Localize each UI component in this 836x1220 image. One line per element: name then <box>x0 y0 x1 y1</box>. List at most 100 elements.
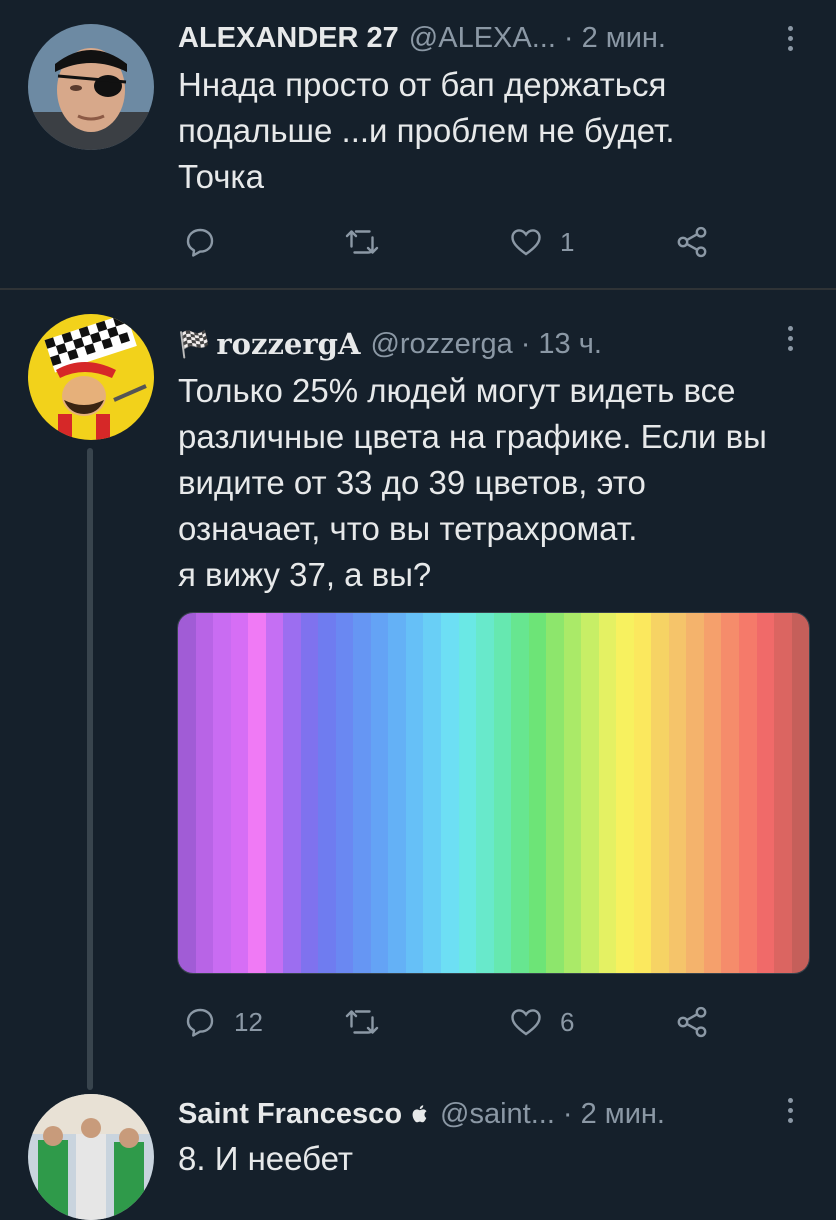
like-count: 1 <box>560 226 575 257</box>
retweet-icon <box>345 230 379 254</box>
tweet-line: Точка <box>178 158 264 195</box>
tweet-line: Ннада просто от бап держаться <box>178 66 667 103</box>
spectrum-stripe <box>335 613 354 973</box>
like-count: 6 <box>560 1006 575 1037</box>
spectrum-stripe <box>616 613 634 973</box>
heart-icon <box>511 1009 541 1036</box>
author-handle[interactable]: @rozzerga <box>370 328 512 361</box>
tweet-actions: 1 <box>178 222 738 262</box>
tweet-header: 🏁 rozzergA @rozzerga · 13 ч. <box>178 324 796 364</box>
spectrum-stripe <box>581 613 599 973</box>
share-icon <box>677 1006 707 1038</box>
spectrum-stripe <box>686 613 704 973</box>
separator-dot: · <box>563 21 574 54</box>
author-handle[interactable]: @ALEXA... <box>409 22 556 55</box>
author-handle[interactable]: @saint... <box>440 1098 555 1131</box>
avatar-alexander[interactable] <box>28 24 154 150</box>
apple-icon <box>410 1102 430 1126</box>
more-options-icon[interactable] <box>786 326 794 356</box>
share-icon <box>677 226 707 258</box>
spectrum-stripe <box>405 613 424 973</box>
tweet-text: Ннада просто от бап держаться подальше .… <box>178 62 796 200</box>
spectrum-stripe <box>493 613 512 973</box>
reply-button[interactable] <box>182 222 234 262</box>
tweet-saint-francesco[interactable]: Saint Francesco @saint... · 2 мин. 8. И … <box>0 1090 836 1220</box>
spectrum-stripe <box>791 613 809 973</box>
timestamp[interactable]: 2 мин. <box>582 22 666 55</box>
share-button[interactable] <box>674 222 710 262</box>
avatar-saint-francesco-image <box>28 1094 154 1220</box>
tweet-line: различные цвета на графике. Если вы <box>178 418 767 455</box>
reply-button[interactable]: 12 <box>182 1002 263 1042</box>
avatar-saint-francesco[interactable] <box>28 1094 154 1220</box>
spectrum-stripe <box>756 613 775 973</box>
spectrum-stripe <box>511 613 529 973</box>
spectrum-stripe <box>318 613 336 973</box>
avatar-rozzerga-image <box>28 314 154 440</box>
tweet-line: 8. И неебет <box>178 1140 354 1177</box>
spectrum-stripe <box>230 613 249 973</box>
tweet-actions: 12 6 <box>178 1002 738 1042</box>
like-button[interactable]: 1 <box>508 222 574 262</box>
spectrum-stripe <box>423 613 441 973</box>
spectrum-stripe <box>195 613 214 973</box>
reply-count: 12 <box>234 1006 263 1037</box>
spectrum-stripe <box>178 613 196 973</box>
spectrum-stripe <box>265 613 284 973</box>
reply-icon <box>186 1008 214 1037</box>
spectrum-stripe <box>598 613 617 973</box>
tweet-header: Saint Francesco @saint... · 2 мин. <box>178 1094 796 1134</box>
tweet-line: видите от 33 до 39 цветов, это <box>178 464 646 501</box>
spectrum-stripe <box>721 613 739 973</box>
spectrum-stripe <box>563 613 582 973</box>
spectrum-stripe <box>440 613 459 973</box>
tweet-text: 8. И неебет <box>178 1136 796 1182</box>
like-button[interactable]: 6 <box>508 1002 574 1042</box>
spectrum-stripe <box>213 613 231 973</box>
spectrum-stripe <box>774 613 792 973</box>
separator-dot: · <box>520 327 531 360</box>
checkered-flag-icon: 🏁 <box>178 328 211 359</box>
spectrum-stripe <box>300 613 319 973</box>
avatar-alexander-image <box>28 24 154 150</box>
separator-dot: · <box>562 1097 573 1130</box>
thread-line <box>87 448 93 1090</box>
author-name[interactable]: ALEXANDER 27 <box>178 22 399 55</box>
reply-icon <box>186 228 214 257</box>
tweet-text: Только 25% людей могут видеть все различ… <box>178 368 796 598</box>
spectrum-stripe <box>476 613 494 973</box>
spectrum-stripe <box>739 613 757 973</box>
spectrum-stripe <box>651 613 669 973</box>
spectrum-stripe <box>528 613 547 973</box>
retweet-icon <box>345 1010 379 1034</box>
spectrum-stripe <box>370 613 389 973</box>
tweet-line: подальше ...и проблем не будет. <box>178 112 675 149</box>
spectrum-stripe <box>388 613 406 973</box>
spectrum-stripe <box>283 613 301 973</box>
more-options-icon[interactable] <box>786 26 794 56</box>
tweet-line: Только 25% людей могут видеть все <box>178 372 736 409</box>
spectrum-stripe <box>633 613 652 973</box>
timestamp[interactable]: 2 мин. <box>581 1098 665 1131</box>
tweet-line: я вижу 37, а вы? <box>178 556 432 593</box>
spectrum-stripe <box>458 613 477 973</box>
retweet-button[interactable] <box>344 222 396 262</box>
avatar-rozzerga[interactable] <box>28 314 154 440</box>
more-options-icon[interactable] <box>786 1098 794 1128</box>
tweet-rozzerga[interactable]: 🏁 rozzergA @rozzerga · 13 ч. Только 25% … <box>0 290 836 1090</box>
spectrum-stripe <box>546 613 564 973</box>
author-name[interactable]: rozzergA <box>216 327 360 361</box>
tweet-line: означает, что вы тетрахромат. <box>178 510 638 547</box>
spectrum-stripe <box>248 613 266 973</box>
share-button[interactable] <box>674 1002 710 1042</box>
author-name[interactable]: Saint Francesco <box>178 1098 402 1131</box>
tweet-header: ALEXANDER 27 @ALEXA... · 2 мин. <box>178 18 796 58</box>
timestamp[interactable]: 13 ч. <box>538 328 601 361</box>
spectrum-stripe <box>353 613 371 973</box>
retweet-button[interactable] <box>344 1002 396 1042</box>
tweet-alexander[interactable]: ALEXANDER 27 @ALEXA... · 2 мин. Ннада пр… <box>0 0 836 288</box>
heart-icon <box>511 229 541 256</box>
color-spectrum-image[interactable] <box>177 612 810 974</box>
spectrum-stripe <box>703 613 722 973</box>
spectrum-stripe <box>668 613 687 973</box>
